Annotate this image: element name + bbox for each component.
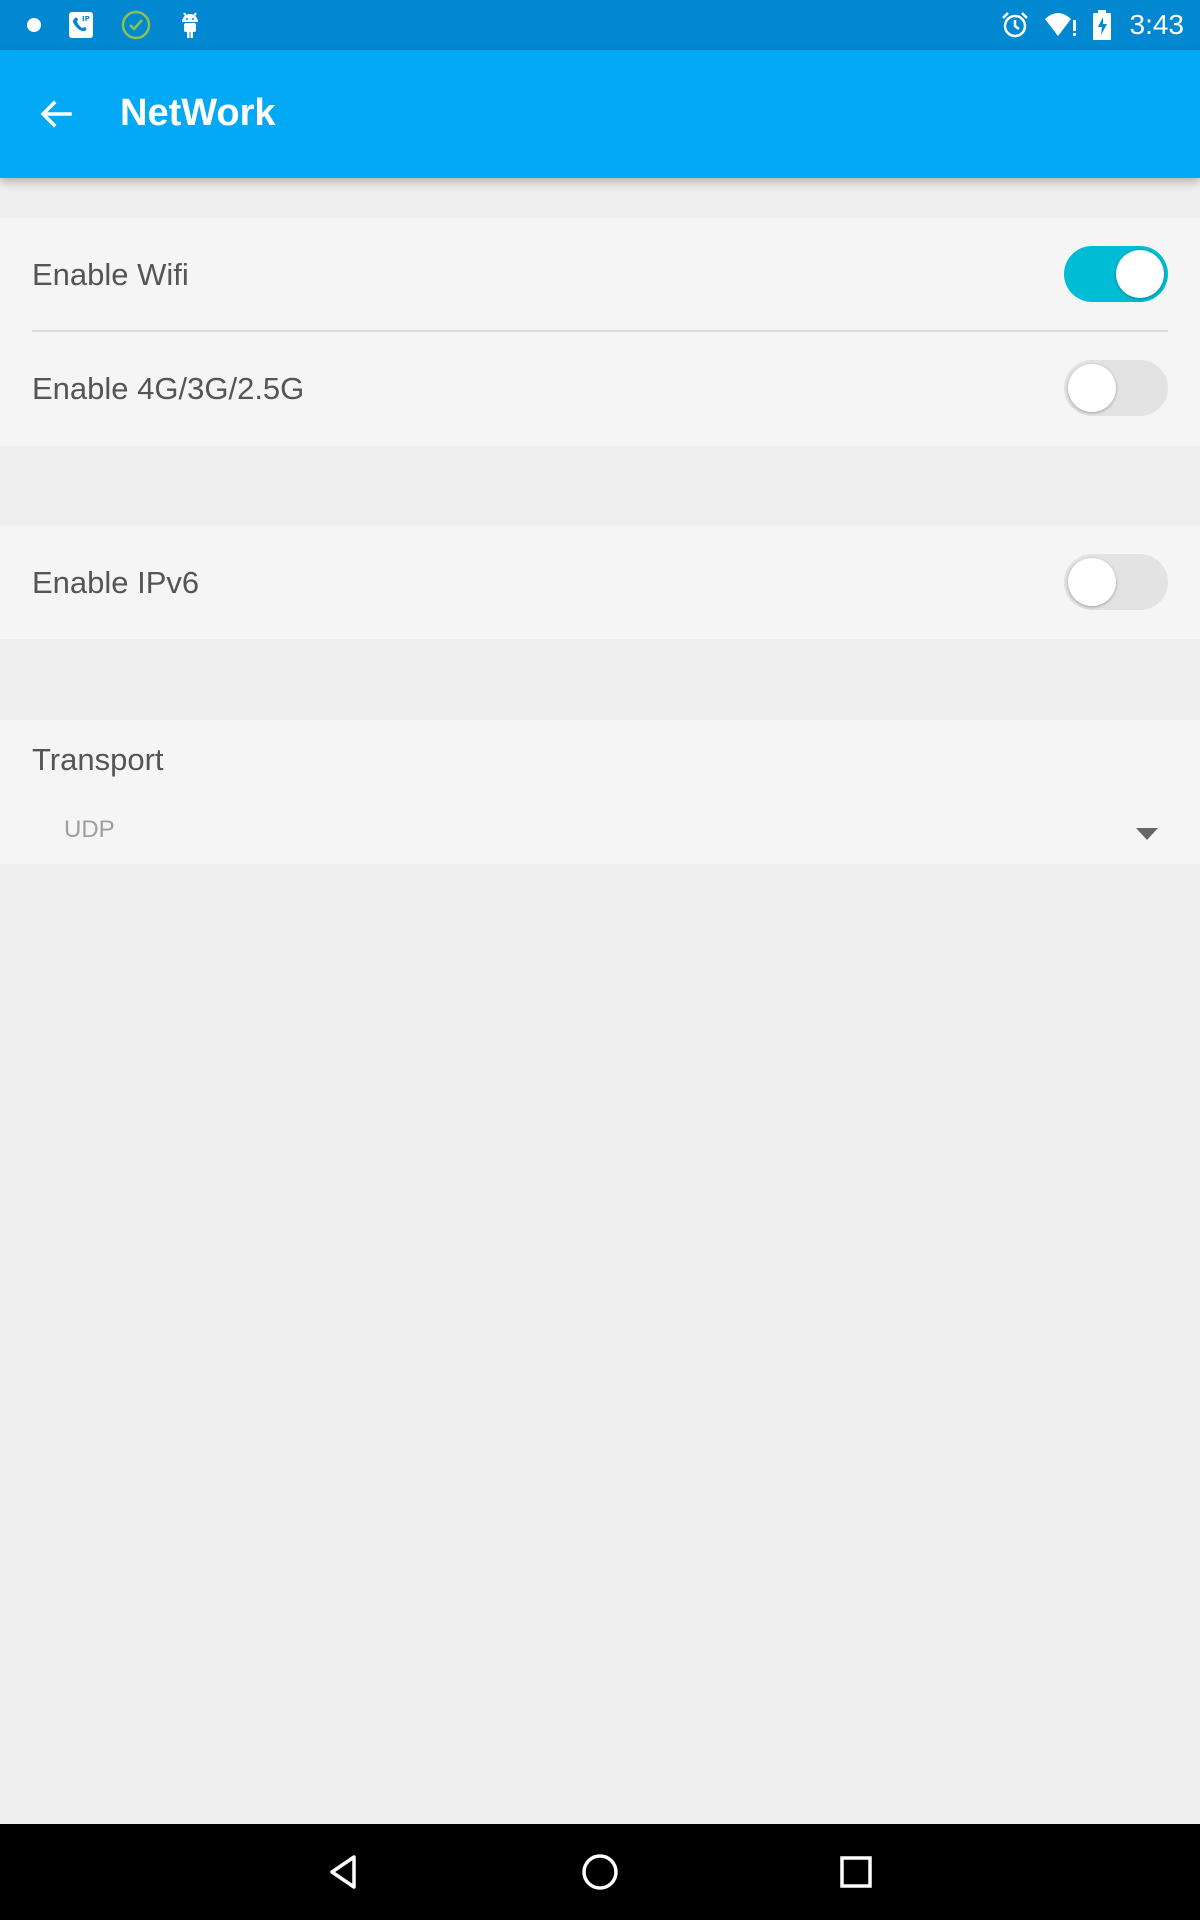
svg-text:IP: IP <box>82 15 90 23</box>
wifi-row[interactable]: Enable Wifi <box>0 218 1200 331</box>
app-bar: NetWork <box>0 50 1200 178</box>
transport-label: Transport <box>32 742 164 777</box>
battery-charging-icon <box>1092 10 1112 40</box>
home-circle-icon <box>580 1852 620 1892</box>
arrow-back-icon <box>38 96 74 132</box>
wifi-alert-icon <box>1044 11 1078 39</box>
wifi-toggle-knob <box>1116 250 1164 298</box>
dropdown-arrow-icon <box>1136 828 1158 840</box>
transport-section: Transport UDP <box>0 720 1200 864</box>
status-left-icons: IP <box>26 8 202 42</box>
nav-back-button[interactable] <box>318 1846 370 1898</box>
mobile-data-label: Enable 4G/3G/2.5G <box>32 371 305 406</box>
notification-dot-icon <box>26 17 42 33</box>
status-time: 3:43 <box>1129 9 1185 40</box>
recents-square-icon <box>838 1854 874 1890</box>
nav-recents-button[interactable] <box>830 1846 882 1898</box>
ipv6-row[interactable]: Enable IPv6 <box>0 526 1200 639</box>
network-section: Enable Wifi Enable 4G/3G/2.5G <box>0 218 1200 446</box>
wifi-label: Enable Wifi <box>32 257 189 292</box>
status-right-icons: 3:43 <box>1000 8 1185 42</box>
transport-select[interactable]: UDP <box>0 808 1200 864</box>
page-title: NetWork <box>120 92 276 134</box>
voip-app-icon: IP <box>68 11 94 39</box>
ipv6-section: Enable IPv6 <box>0 526 1200 639</box>
alarm-icon <box>1000 10 1030 40</box>
ipv6-toggle[interactable] <box>1064 554 1168 610</box>
ipv6-toggle-knob <box>1068 558 1116 606</box>
nav-home-button[interactable] <box>574 1846 626 1898</box>
check-circle-icon <box>120 9 152 41</box>
mobile-data-row[interactable]: Enable 4G/3G/2.5G <box>0 332 1200 445</box>
mobile-data-toggle-knob <box>1068 364 1116 412</box>
back-triangle-icon <box>324 1852 364 1892</box>
mobile-data-toggle[interactable] <box>1064 360 1168 416</box>
wifi-toggle[interactable] <box>1064 246 1168 302</box>
ipv6-label: Enable IPv6 <box>32 565 200 600</box>
status-bar: IP 3:43 <box>0 0 1200 50</box>
system-nav-bar <box>0 1824 1200 1920</box>
android-icon <box>178 10 202 40</box>
transport-selected-value: UDP <box>64 816 115 843</box>
back-button[interactable] <box>28 86 84 142</box>
